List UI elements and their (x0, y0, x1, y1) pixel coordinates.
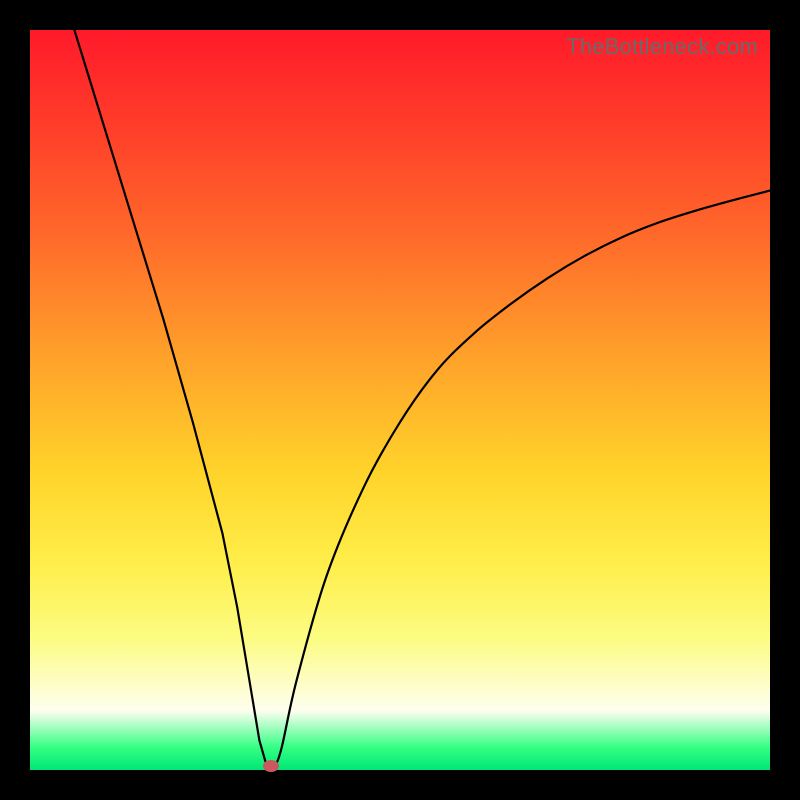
plot-area: TheBottleneck.com (30, 30, 770, 770)
optimal-point-marker (263, 760, 279, 772)
chart-frame: TheBottleneck.com (0, 0, 800, 800)
bottleneck-curve (30, 30, 770, 770)
